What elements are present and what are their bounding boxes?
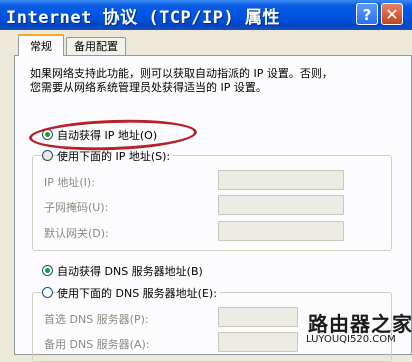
watermark-title: 路由器之家 <box>308 312 412 336</box>
default-gateway-field[interactable] <box>218 221 344 241</box>
manual-dns-label[interactable]: 使用下面的 DNS 服务器地址(E): <box>57 285 220 301</box>
close-button[interactable]: ✕ <box>381 3 403 25</box>
help-icon: ? <box>362 6 372 24</box>
ip-address-field[interactable] <box>218 170 344 190</box>
tab-general[interactable]: 常规 <box>18 34 64 56</box>
subnet-mask-label: 子网掩码(U): <box>44 201 109 214</box>
manual-dns-radio[interactable] <box>42 287 53 298</box>
window-title: Internet 协议 (TCP/IP) 属性 <box>6 8 280 28</box>
subnet-mask-field[interactable] <box>218 195 344 215</box>
help-button[interactable]: ? <box>356 3 378 25</box>
title-bar: Internet 协议 (TCP/IP) 属性 ? ✕ <box>0 0 412 30</box>
alternate-dns-field[interactable] <box>218 332 298 352</box>
tab-alternate-config[interactable]: 备用配置 <box>66 37 126 55</box>
preferred-dns-label: 首选 DNS 服务器(P): <box>44 313 149 326</box>
site-watermark: 路由器之家 LUYOUQI520.COM <box>302 308 412 350</box>
watermark-url: LUYOUQI520.COM <box>306 334 396 345</box>
preferred-dns-field[interactable] <box>218 307 298 327</box>
auto-dns-label[interactable]: 自动获得 DNS 服务器地址(B) <box>57 263 203 279</box>
default-gateway-label: 默认网关(D): <box>44 227 109 240</box>
manual-ip-label[interactable]: 使用下面的 IP 地址(S): <box>57 148 174 164</box>
manual-ip-radio[interactable] <box>42 150 53 161</box>
ip-address-label: IP 地址(I): <box>44 176 95 189</box>
auto-dns-radio[interactable] <box>42 265 53 276</box>
description-line-2: 您需要从网络系统管理员处获得适当的 IP 设置。 <box>30 81 267 94</box>
close-icon: ✕ <box>385 5 399 24</box>
